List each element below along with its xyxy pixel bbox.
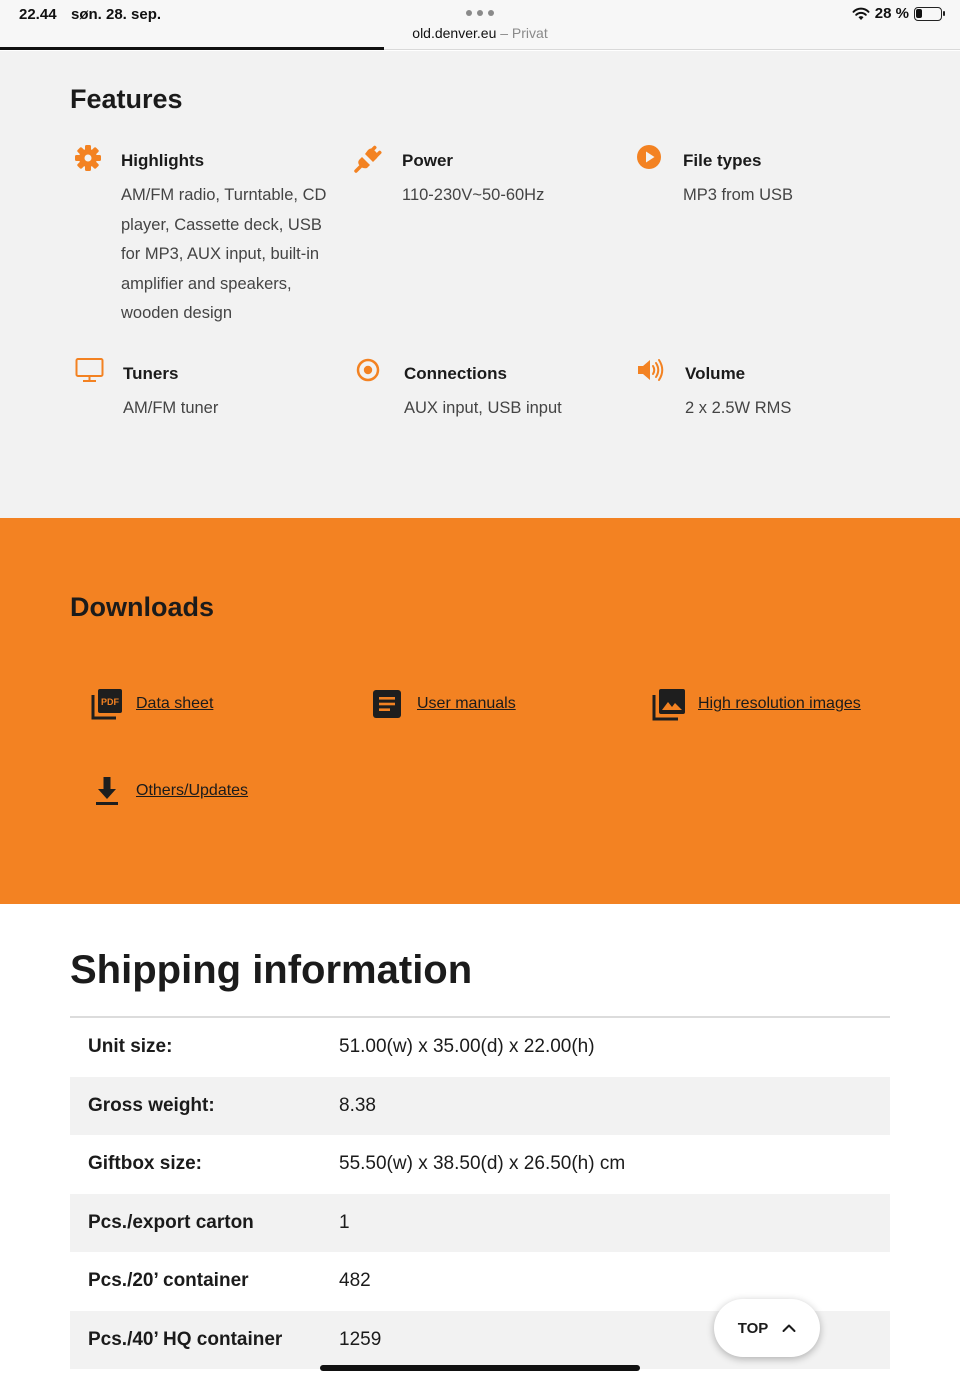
target-icon (356, 358, 380, 382)
row-label: Pcs./40’ HQ container (88, 1328, 283, 1350)
user-manuals-link[interactable]: User manuals (417, 695, 516, 713)
row-value: 8.38 (339, 1094, 376, 1116)
row-value: 51.00(w) x 35.00(d) x 22.00(h) (339, 1036, 595, 1058)
svg-text:PDF: PDF (101, 697, 120, 707)
download-icon (96, 777, 118, 805)
feature-title: Tuners (123, 364, 179, 383)
data-sheet-link[interactable]: Data sheet (136, 695, 213, 713)
row-value: 1259 (339, 1328, 382, 1350)
feature-description: MP3 from USB (683, 186, 794, 204)
browser-status-bar: 22.44 søn. 28. sep. old.denver.eu – Priv… (0, 0, 960, 50)
plug-icon (354, 145, 382, 173)
play-circle-icon (637, 145, 661, 169)
chevron-up-icon (782, 1324, 796, 1332)
downloads-section: Downloads PDF Data sheet User manuals Hi… (0, 518, 960, 904)
row-label: Gross weight: (88, 1094, 215, 1116)
gear-icon (75, 145, 101, 171)
download-user-manuals[interactable]: User manuals (371, 687, 516, 721)
wifi-icon (852, 7, 870, 20)
shipping-section: Shipping information Unit size: 51.00(w)… (0, 904, 960, 1381)
features-title: Features (70, 84, 183, 114)
scroll-top-button[interactable]: TOP (714, 1299, 820, 1357)
others-updates-link[interactable]: Others/Updates (136, 782, 248, 800)
feature-description: 110-230V~50-60Hz (402, 186, 545, 204)
battery-icon (914, 6, 945, 21)
shipping-title: Shipping information (70, 948, 473, 992)
table-row: Pcs./export carton 1 (70, 1193, 890, 1252)
feature-title: Volume (685, 364, 746, 383)
speaker-icon (638, 359, 664, 381)
page-load-progress (0, 47, 384, 50)
feature-title: Power (402, 151, 454, 170)
private-label: – Privat (496, 25, 548, 41)
feature-description: AM/FM tuner (123, 399, 219, 417)
row-value: 1 (339, 1211, 350, 1233)
feature-title: File types (683, 151, 762, 170)
row-label: Giftbox size: (88, 1153, 203, 1175)
status-date: søn. 28. sep. (71, 6, 162, 23)
pdf-icon: PDF (91, 689, 122, 720)
feature-description: 2 x 2.5W RMS (685, 399, 792, 417)
download-data-sheet[interactable]: PDF Data sheet (90, 687, 213, 721)
feature-description: AUX input, USB input (404, 399, 562, 417)
download-others-updates[interactable]: Others/Updates (90, 774, 248, 808)
status-time: 22.44 (19, 6, 57, 23)
url-text: old.denver.eu (412, 25, 497, 41)
downloads-title: Downloads (70, 592, 215, 622)
battery-percent: 28 % (874, 5, 909, 22)
row-label: Pcs./export carton (88, 1211, 254, 1233)
row-value: 55.50(w) x 38.50(d) x 26.50(h) cm (339, 1153, 626, 1175)
high-resolution-images-link[interactable]: High resolution images (698, 695, 861, 713)
top-label: TOP (737, 1319, 769, 1337)
table-row: Giftbox size: 55.50(w) x 38.50(d) x 26.5… (70, 1135, 890, 1194)
image-gallery-icon (652, 689, 685, 721)
row-label: Pcs./20’ container (88, 1270, 249, 1292)
feature-title: Highlights (121, 151, 205, 170)
url-bar[interactable]: old.denver.eu – Privat (0, 25, 960, 41)
home-indicator (320, 1365, 640, 1371)
row-value: 482 (339, 1270, 371, 1292)
feature-title: Connections (404, 364, 507, 383)
row-label: Unit size: (88, 1036, 173, 1058)
document-icon (373, 690, 401, 718)
feature-description: AM/FM radio, Turntable, CD player, Casse… (121, 186, 327, 322)
table-row: Unit size: 51.00(w) x 35.00(d) x 22.00(h… (70, 1018, 890, 1077)
status-right: 28 % (852, 5, 945, 22)
features-section: Features Highlights AM/FM radio, Turntab… (0, 51, 960, 518)
monitor-icon (75, 358, 104, 382)
download-high-resolution-images[interactable]: High resolution images (652, 687, 861, 721)
more-dots-icon[interactable] (466, 10, 494, 16)
table-row: Gross weight: 8.38 (70, 1076, 890, 1135)
